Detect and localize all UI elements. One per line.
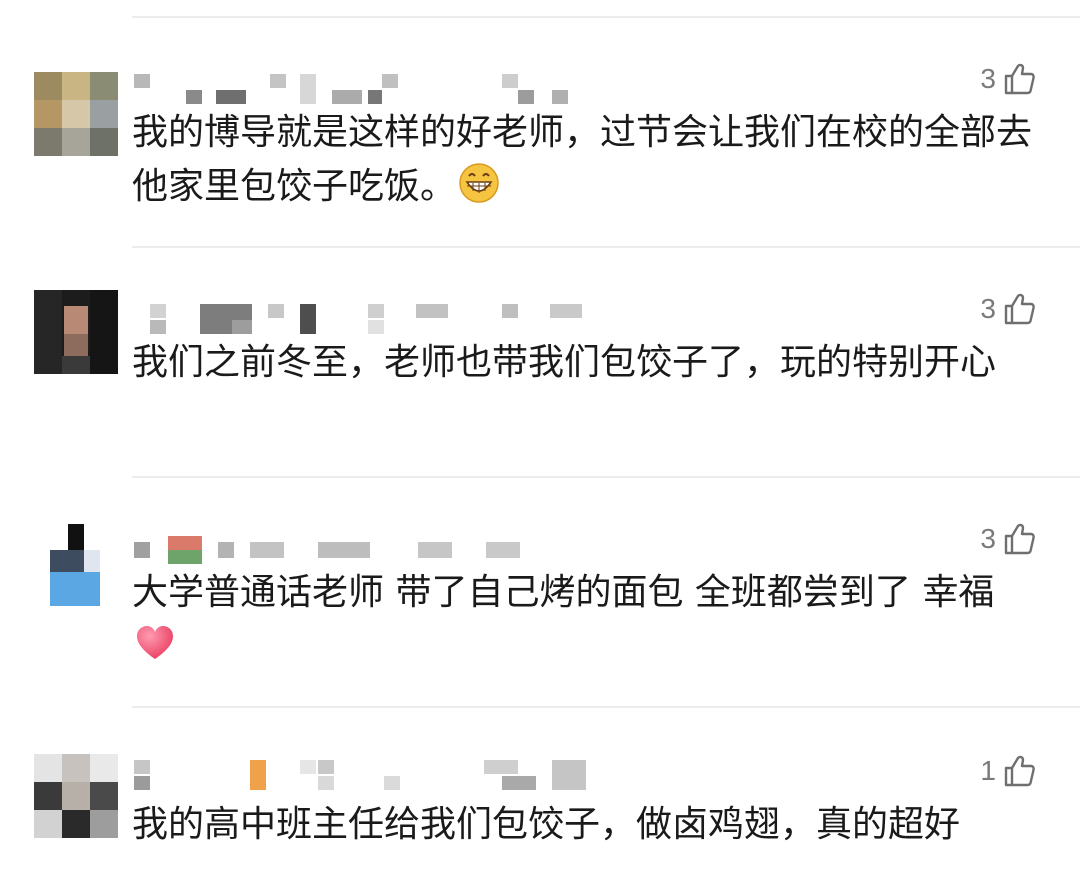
avatar[interactable] [34,522,118,606]
avatar[interactable] [34,72,118,156]
thumbs-up-icon [1004,755,1035,787]
comment-divider [132,706,1080,708]
comment-text: 我的博导就是这样的好老师，过节会让我们在校的全部去他家里包饺子吃饭。 [132,112,1033,207]
avatar[interactable] [34,754,118,838]
like-button[interactable]: 1 [980,754,1036,788]
user-name-censored[interactable] [132,302,652,336]
comment-text: 大学普通话老师 带了自己烤的面包 全班都尝到了 幸福 [132,566,1032,674]
like-button[interactable]: 3 [980,292,1036,326]
like-count: 3 [980,293,996,324]
thumbs-up-icon [1004,293,1035,325]
thumbs-up-icon [1004,523,1035,555]
like-count: 3 [980,63,996,94]
like-count: 3 [980,523,996,554]
grinning-face-emoji-icon [459,163,499,203]
comment-text: 我们之前冬至，老师也带我们包饺子了，玩的特别开心 [132,342,997,383]
user-name-censored[interactable] [132,758,652,792]
comment-divider [132,476,1080,478]
comment-divider [132,246,1080,248]
avatar[interactable] [34,290,118,374]
user-name-censored[interactable] [132,534,652,568]
top-divider [132,16,1080,18]
comment-text: 我的高中班主任给我们包饺子，做卤鸡翅，真的超好 [132,804,961,845]
like-count: 1 [980,755,996,786]
user-name-censored[interactable] [132,72,652,106]
like-button[interactable]: 3 [980,62,1036,96]
like-button[interactable]: 3 [980,522,1036,556]
heart-emoji-icon [137,626,173,659]
thumbs-up-icon [1004,63,1035,95]
